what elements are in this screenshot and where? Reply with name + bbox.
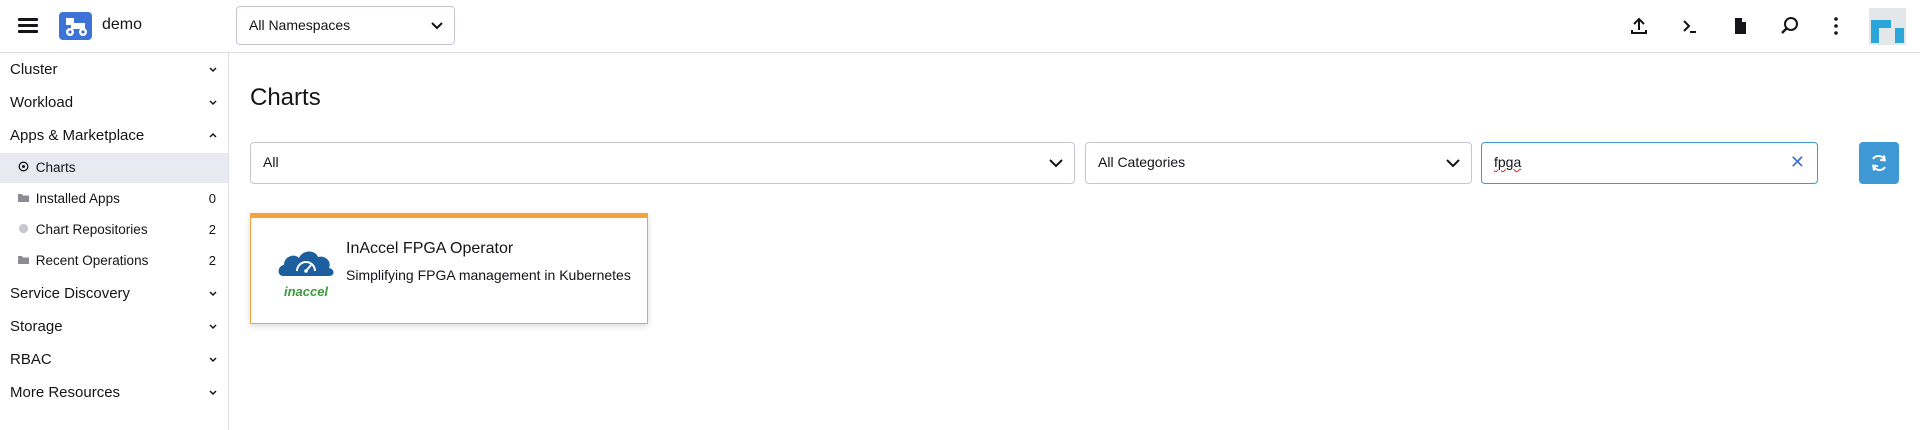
cluster-name[interactable]: demo <box>102 16 142 34</box>
category-filter-value: All Categories <box>1098 154 1186 170</box>
chevron-down-icon <box>1049 159 1063 168</box>
inaccel-logo: inaccel <box>275 244 337 302</box>
sidebar-group-label: Workload <box>10 94 74 111</box>
refresh-icon <box>1872 154 1886 172</box>
circle-icon <box>18 215 30 245</box>
chevron-up-icon <box>209 132 217 138</box>
chevron-down-icon <box>1446 159 1460 168</box>
sidebar-group-label: RBAC <box>10 351 52 368</box>
sidebar-item-chart-repositories[interactable]: Chart Repositories 2 <box>0 215 228 245</box>
sidebar-group-label: Service Discovery <box>10 285 131 302</box>
sidebar-item-count: 2 <box>208 222 216 237</box>
sidebar-group-label: More Resources <box>10 384 121 401</box>
sidebar-group-cluster[interactable]: Cluster <box>0 55 228 85</box>
chevron-down-icon <box>431 22 443 30</box>
repository-filter-value: All <box>263 154 279 170</box>
sidebar-group-label: Storage <box>10 318 63 335</box>
sidebar-group-workload[interactable]: Workload <box>0 88 228 118</box>
sidebar-group-apps-marketplace[interactable]: Apps & Marketplace <box>0 121 228 151</box>
more-icon[interactable] <box>1825 15 1847 37</box>
chevron-down-icon <box>209 67 217 73</box>
top-header: demo All Namespaces <box>0 0 1920 53</box>
avatar[interactable] <box>1869 8 1906 45</box>
search-input-value: fpga <box>1494 154 1522 170</box>
sidebar-item-count: 2 <box>208 253 216 268</box>
chart-card[interactable]: inaccel InAccel FPGA Operator Simplifyin… <box>250 213 648 324</box>
sidebar-item-label: Chart Repositories <box>35 222 148 237</box>
sidebar: Cluster Workload Apps & Marketplace Char… <box>0 53 229 430</box>
menu-icon[interactable] <box>16 16 40 36</box>
chart-card-description: Simplifying FPGA management in Kubernete… <box>346 267 631 283</box>
chevron-down-icon <box>209 390 217 396</box>
upload-icon[interactable] <box>1628 15 1650 37</box>
sidebar-item-recent-operations[interactable]: Recent Operations 2 <box>0 246 228 276</box>
cluster-icon[interactable] <box>59 12 92 40</box>
sidebar-group-storage[interactable]: Storage <box>0 312 228 342</box>
sidebar-group-label: Apps & Marketplace <box>10 127 145 144</box>
chevron-down-icon <box>209 100 217 106</box>
chevron-down-icon <box>209 291 217 297</box>
chevron-down-icon <box>209 357 217 363</box>
target-icon <box>18 153 30 183</box>
namespace-select-value: All Namespaces <box>249 17 351 33</box>
sidebar-item-charts[interactable]: Charts <box>0 153 228 183</box>
file-icon[interactable] <box>1729 15 1751 37</box>
folder-icon <box>18 246 30 276</box>
sidebar-item-installed-apps[interactable]: Installed Apps 0 <box>0 184 228 214</box>
refresh-button[interactable] <box>1859 142 1899 184</box>
chart-card-title: InAccel FPGA Operator <box>346 240 514 257</box>
clear-icon[interactable]: ✕ <box>1790 152 1805 173</box>
namespace-select[interactable]: All Namespaces <box>236 6 455 45</box>
logo-text: inaccel <box>284 284 328 299</box>
terminal-icon[interactable] <box>1679 15 1701 37</box>
repository-filter-select[interactable]: All <box>250 142 1075 184</box>
sidebar-group-label: Cluster <box>10 61 58 78</box>
page-title: Charts <box>250 84 321 111</box>
folder-icon <box>18 184 30 214</box>
chevron-down-icon <box>209 324 217 330</box>
sidebar-item-label: Recent Operations <box>35 253 149 268</box>
sidebar-group-more-resources[interactable]: More Resources <box>0 378 228 408</box>
sidebar-group-rbac[interactable]: RBAC <box>0 345 228 375</box>
category-filter-select[interactable]: All Categories <box>1085 142 1472 184</box>
sidebar-group-service-discovery[interactable]: Service Discovery <box>0 279 228 309</box>
search-icon[interactable] <box>1779 15 1801 37</box>
sidebar-item-label: Charts <box>35 160 76 175</box>
sidebar-item-count: 0 <box>208 191 216 206</box>
search-input[interactable]: fpga ✕ <box>1481 142 1818 184</box>
sidebar-item-label: Installed Apps <box>35 191 120 206</box>
